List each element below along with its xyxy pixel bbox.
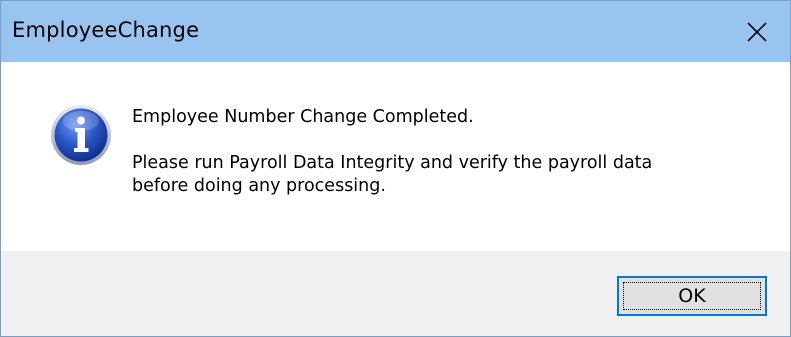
ok-button-label: OK bbox=[678, 285, 706, 307]
dialog-message: Employee Number Change Completed. Please… bbox=[132, 106, 772, 198]
message-body-line2: before doing any processing. bbox=[132, 176, 386, 196]
message-dialog: EmployeeChange Employee Number Change Co… bbox=[0, 0, 791, 337]
close-button[interactable] bbox=[724, 1, 790, 62]
info-icon bbox=[51, 105, 111, 165]
message-body-line1: Please run Payroll Data Integrity and ve… bbox=[132, 153, 653, 173]
dialog-title: EmployeeChange bbox=[12, 18, 200, 42]
dialog-content: Employee Number Change Completed. Please… bbox=[1, 62, 790, 251]
title-bar[interactable]: EmployeeChange bbox=[1, 1, 790, 62]
ok-button[interactable]: OK bbox=[617, 276, 767, 316]
close-icon bbox=[747, 21, 767, 42]
message-heading: Employee Number Change Completed. bbox=[132, 107, 474, 127]
dialog-footer: OK bbox=[1, 251, 790, 336]
